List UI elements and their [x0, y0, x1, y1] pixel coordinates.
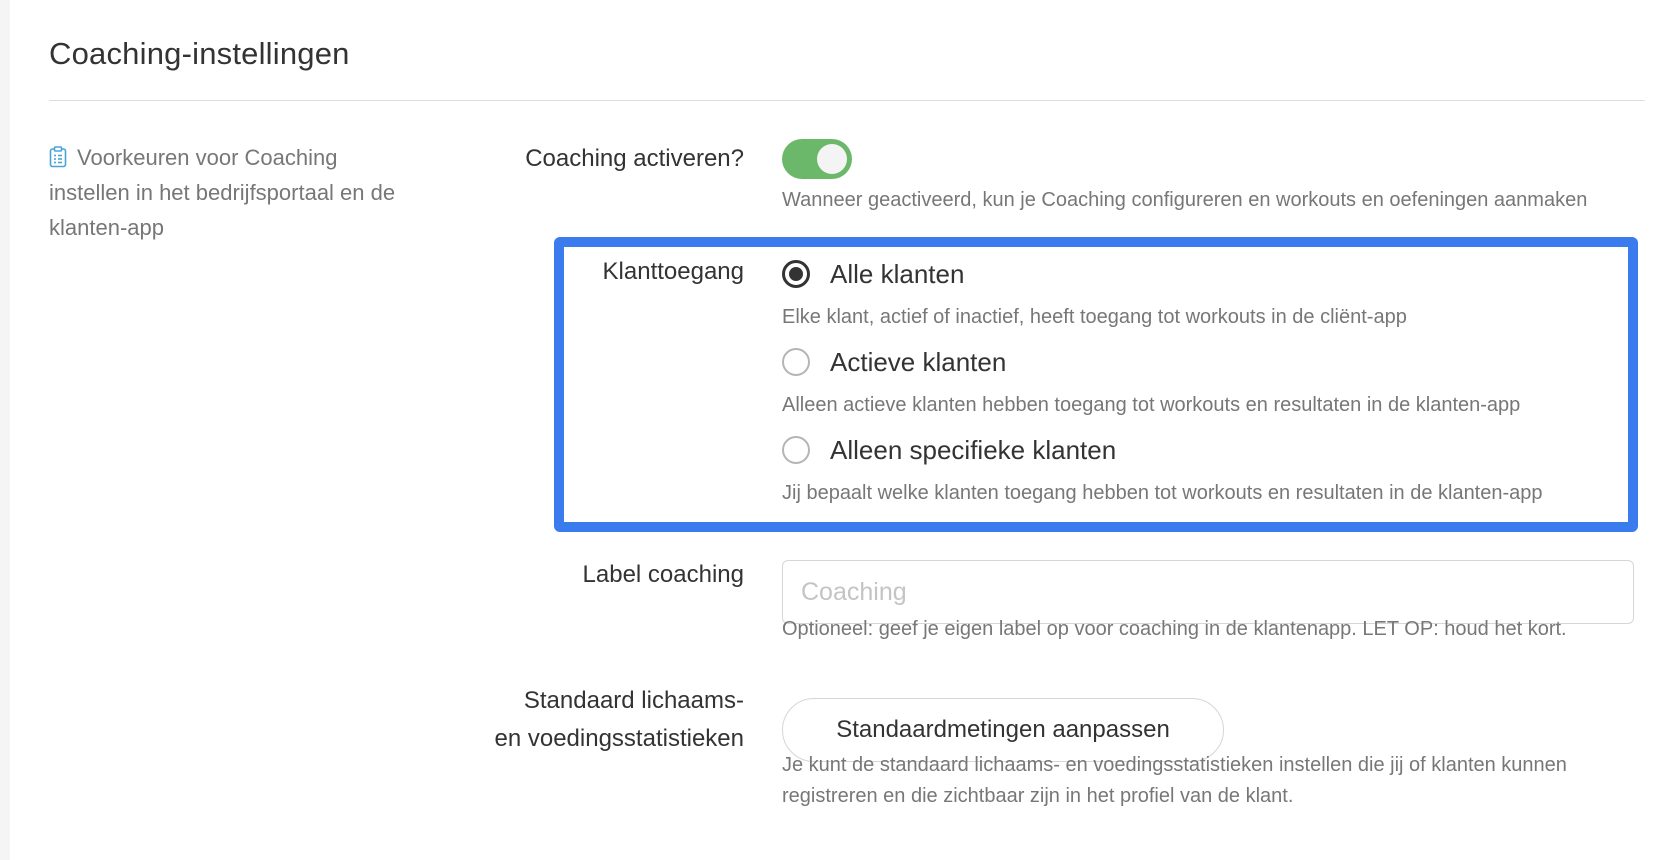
default-stats-help-line1: Je kunt de standaard lichaams- en voedin…: [782, 754, 1567, 776]
radio-help-specific-clients: Jij bepaalt welke klanten toegang hebben…: [782, 482, 1543, 504]
radio-label-all-clients: Alle klanten: [830, 258, 965, 289]
radio-label-active-clients: Actieve klanten: [830, 346, 1007, 377]
radio-label-specific-clients: Alleen specifieke klanten: [830, 434, 1117, 465]
section-description: Voorkeuren voor Coaching instellen in he…: [49, 140, 409, 245]
default-stats-label-line2: en voedingsstatistieken: [494, 725, 745, 752]
coaching-toggle-help: Wanneer geactiveerd, kun je Coaching con…: [782, 189, 1588, 211]
coaching-toggle-label: Coaching activeren?: [525, 145, 744, 172]
section-description-text: Voorkeuren voor Coaching instellen in he…: [49, 145, 396, 240]
radio-button-all-clients[interactable]: [782, 260, 810, 288]
page-title: Coaching-instellingen: [49, 36, 350, 71]
client-access-label: Klanttoegang: [602, 258, 744, 285]
header-divider: [49, 100, 1645, 101]
radio-help-all-clients: Elke klant, actief of inactief, heeft to…: [782, 306, 1407, 328]
label-coaching-label: Label coaching: [582, 561, 744, 588]
radio-option-all-clients[interactable]: Alle klanten: [782, 254, 964, 294]
default-stats-label: Standaard lichaams- en voedingsstatistie…: [495, 682, 745, 758]
default-stats-label-line1: Standaard lichaams-: [523, 687, 744, 714]
default-stats-help-line2: registreren en die zichtbaar zijn in het…: [782, 785, 1294, 807]
settings-panel: Coaching-instellingen Voorkeuren voor Co…: [10, 0, 1674, 860]
radio-button-specific-clients[interactable]: [782, 436, 810, 464]
coaching-toggle[interactable]: [782, 139, 852, 179]
radio-button-active-clients[interactable]: [782, 348, 810, 376]
label-coaching-help: Optioneel: geef je eigen label op voor c…: [782, 618, 1567, 640]
radio-option-active-clients[interactable]: Actieve klanten: [782, 342, 1006, 382]
radio-help-active-clients: Alleen actieve klanten hebben toegang to…: [782, 394, 1521, 416]
radio-option-specific-clients[interactable]: Alleen specifieke klanten: [782, 430, 1116, 470]
default-stats-help: Je kunt de standaard lichaams- en voedin…: [782, 750, 1567, 812]
toggle-knob: [817, 144, 847, 174]
clipboard-icon: [49, 143, 67, 168]
